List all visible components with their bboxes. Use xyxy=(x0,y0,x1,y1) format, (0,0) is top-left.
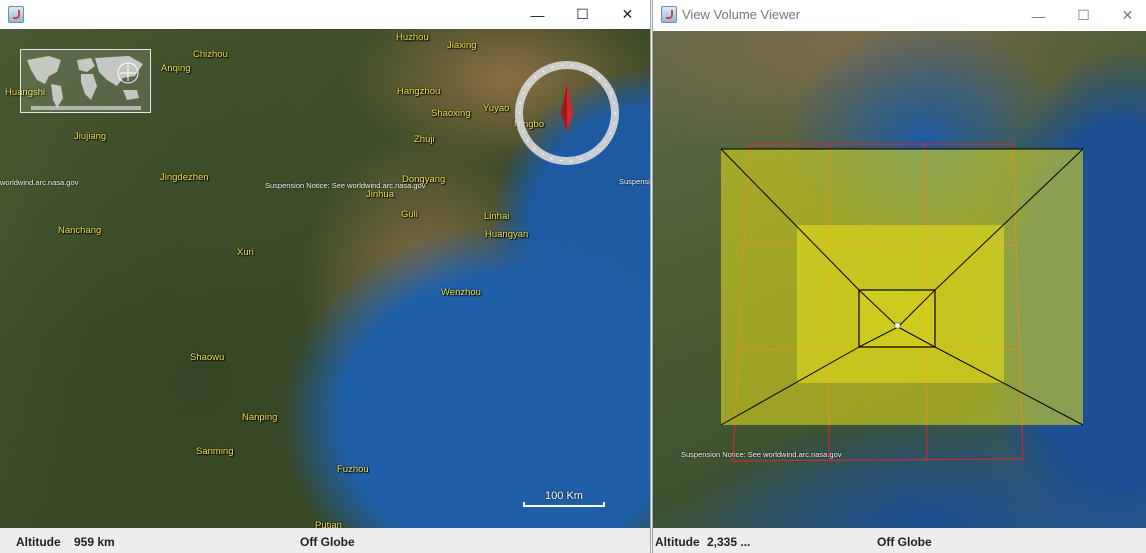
place-label: Anqing xyxy=(161,63,191,74)
scale-label: 100 Km xyxy=(545,490,583,502)
close-button[interactable]: ✕ xyxy=(605,0,650,29)
place-label: Hangzhou xyxy=(397,86,441,97)
minimize-button[interactable]: — xyxy=(1016,0,1061,31)
place-label: Xuri xyxy=(237,247,254,258)
world-window-main: — ☐ ✕ Huzhou Jiaxing Chizhou Anqing Huangshi… xyxy=(0,0,651,553)
place-label: Huangyan xyxy=(485,229,529,240)
maximize-button[interactable]: ☐ xyxy=(1061,0,1106,31)
status-bar: Altitude 959 km Off Globe xyxy=(0,528,650,553)
view-frustum xyxy=(720,143,1084,462)
place-label: Chizhou xyxy=(193,49,228,60)
place-label: Linhai xyxy=(484,211,510,222)
globe-canvas[interactable]: Huzhou Jiaxing Chizhou Anqing Huangshi Hangzh… xyxy=(0,29,650,528)
globe-status: Off Globe xyxy=(877,535,932,549)
maximize-button[interactable]: ☐ xyxy=(560,0,605,29)
suspension-notice: Suspension xyxy=(619,177,650,186)
place-label: Jinhua xyxy=(366,189,394,200)
place-label: Jiujiang xyxy=(74,131,107,142)
altitude-value: 959 km xyxy=(74,535,115,549)
altitude-value: 2,335 ... xyxy=(707,535,751,549)
view-volume-canvas[interactable]: Suspension Notice: See worldwind.arc.nas… xyxy=(653,31,1146,528)
world-map-overview[interactable] xyxy=(20,49,151,113)
minimize-button[interactable]: — xyxy=(515,0,560,29)
place-label: Huzhou xyxy=(396,32,429,43)
place-label: Fuzhou xyxy=(337,464,369,475)
suspension-notice: worldwind.arc.nasa.gov xyxy=(0,178,79,187)
status-bar: Altitude 2,335 ... Off Globe xyxy=(653,528,1146,553)
place-label: Nanchang xyxy=(58,225,102,236)
near-plane xyxy=(858,289,936,348)
altitude-label: Altitude xyxy=(655,535,700,549)
place-label: Wenzhou xyxy=(441,287,481,298)
place-label: Shaowu xyxy=(190,352,225,363)
scale-line xyxy=(523,502,605,507)
title-bar[interactable]: View Volume Viewer — ☐ ✕ xyxy=(653,0,1146,31)
globe-status: Off Globe xyxy=(300,535,355,549)
place-label: Yuyao xyxy=(483,103,510,114)
place-label: Jiaxing xyxy=(447,40,477,51)
java-app-icon xyxy=(661,6,677,23)
place-label: Zhuji xyxy=(414,134,435,145)
place-label: Putian xyxy=(315,520,342,528)
compass-icon[interactable] xyxy=(514,60,620,166)
title-bar[interactable]: — ☐ ✕ xyxy=(0,0,650,29)
suspension-notice: Suspension Notice: See worldwind.arc.nas… xyxy=(265,181,426,190)
place-label: Nanping xyxy=(242,412,278,423)
view-volume-viewer-window: View Volume Viewer — ☐ ✕ Suspension Noti… xyxy=(652,0,1146,553)
java-app-icon xyxy=(8,6,24,23)
eye-point xyxy=(894,322,901,329)
place-label: Guli xyxy=(401,209,418,220)
place-label: Sanming xyxy=(196,446,234,457)
window-title: View Volume Viewer xyxy=(682,7,801,22)
altitude-label: Altitude xyxy=(16,535,61,549)
place-label: Jingdezhen xyxy=(160,172,209,183)
close-button[interactable]: ✕ xyxy=(1105,0,1146,31)
place-label: Shaoxing xyxy=(431,108,471,119)
scale-bar: 100 Km xyxy=(523,490,605,507)
